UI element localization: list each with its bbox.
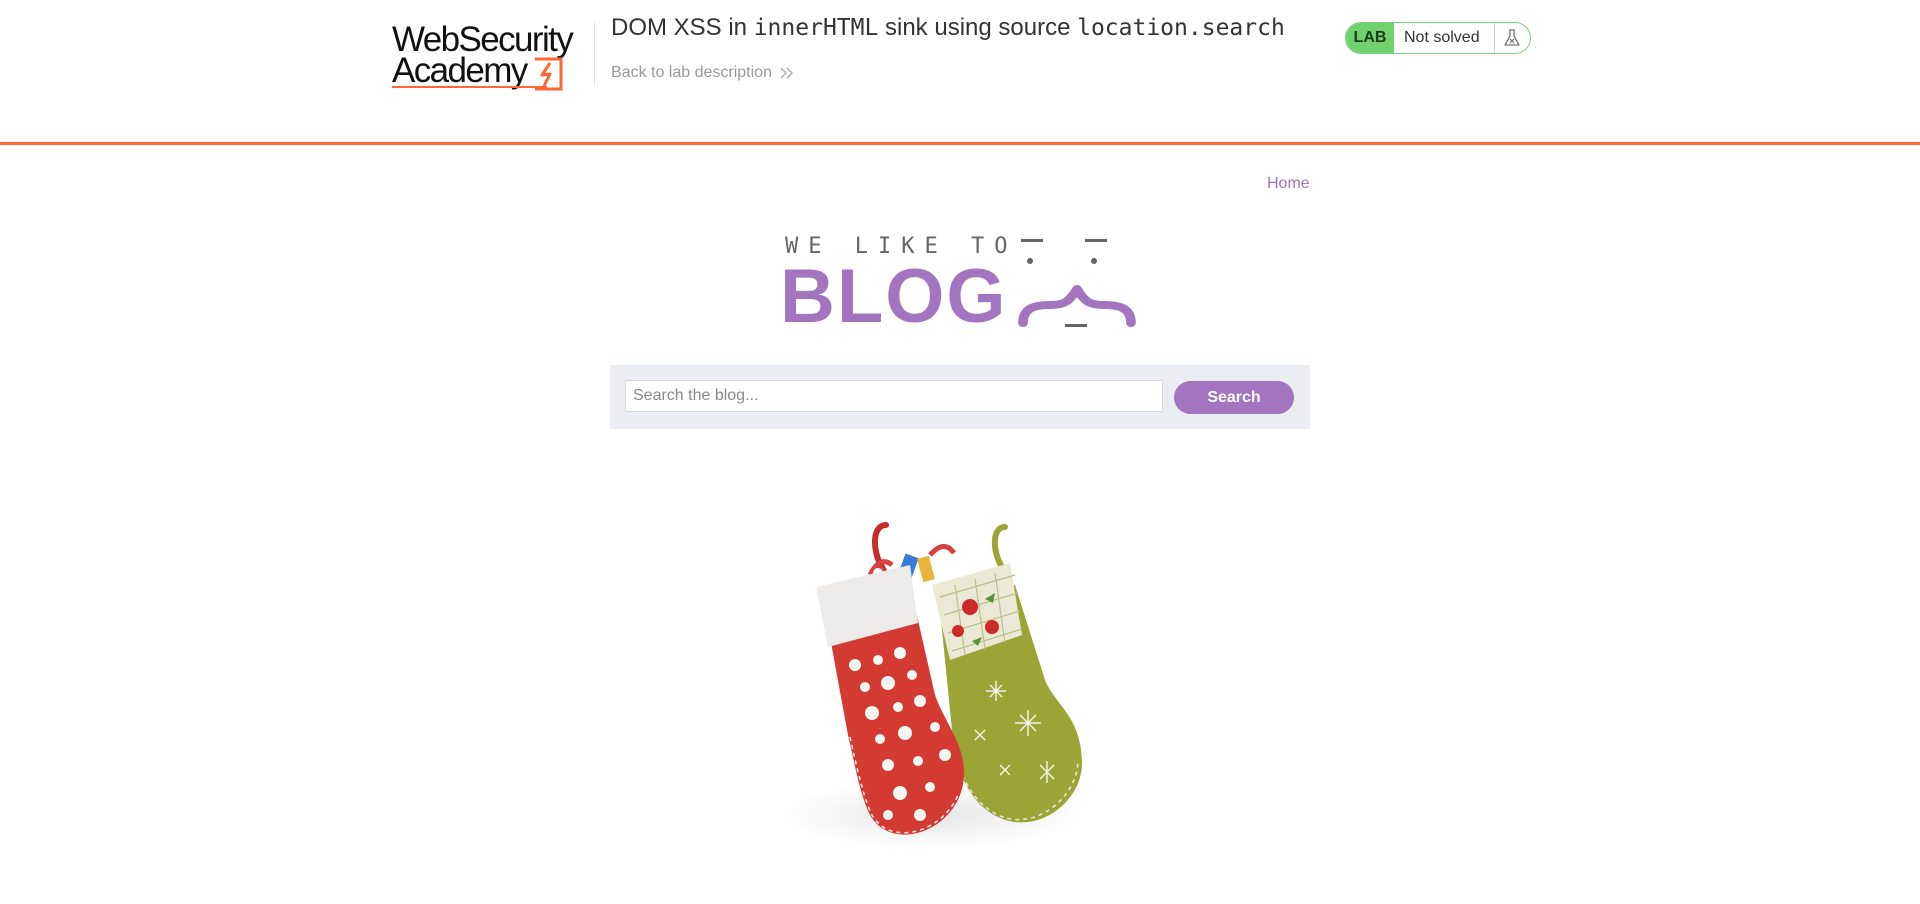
lab-status-widget: LAB Not solved [1345,22,1531,54]
lab-title-middle: sink using source [878,14,1078,41]
status-divider [1494,23,1495,53]
back-link-label: Back to lab description [611,64,772,81]
lab-title-code-location-search: location.search [1077,15,1285,41]
lab-title-prefix: DOM XSS in [611,14,754,41]
lab-title-code-innerhtml: innerHTML [753,15,879,41]
christmas-stockings-image[interactable] [760,515,1120,865]
header-accent-rule [0,142,1920,145]
lightning-bolt-icon [535,57,563,91]
lab-badge: LAB [1346,23,1394,53]
search-input[interactable] [625,380,1163,412]
back-to-lab-description-link[interactable]: Back to lab description [611,64,793,82]
flask-icon[interactable] [1502,28,1522,48]
curly-brace-face-icon [1018,239,1136,327]
header-divider [594,22,595,86]
double-chevron-right-icon [780,67,793,79]
logo-underline [392,86,547,88]
web-security-academy-logo[interactable]: WebSecurity Academy [392,20,592,92]
blog-logo: WE LIKE TO BLOG [780,231,1140,339]
academy-header: WebSecurity Academy DOM XSS in innerHTML… [0,0,1920,142]
search-button[interactable]: Search [1174,381,1294,414]
search-panel: Search [610,365,1310,429]
logo-text-line2: Academy [392,51,528,90]
lab-title: DOM XSS in innerHTML sink using source l… [611,14,1285,42]
lab-status-text: Not solved [1404,29,1480,46]
blog-brand-word: BLOG [780,254,1008,339]
nav-home-link[interactable]: Home [1267,175,1310,193]
